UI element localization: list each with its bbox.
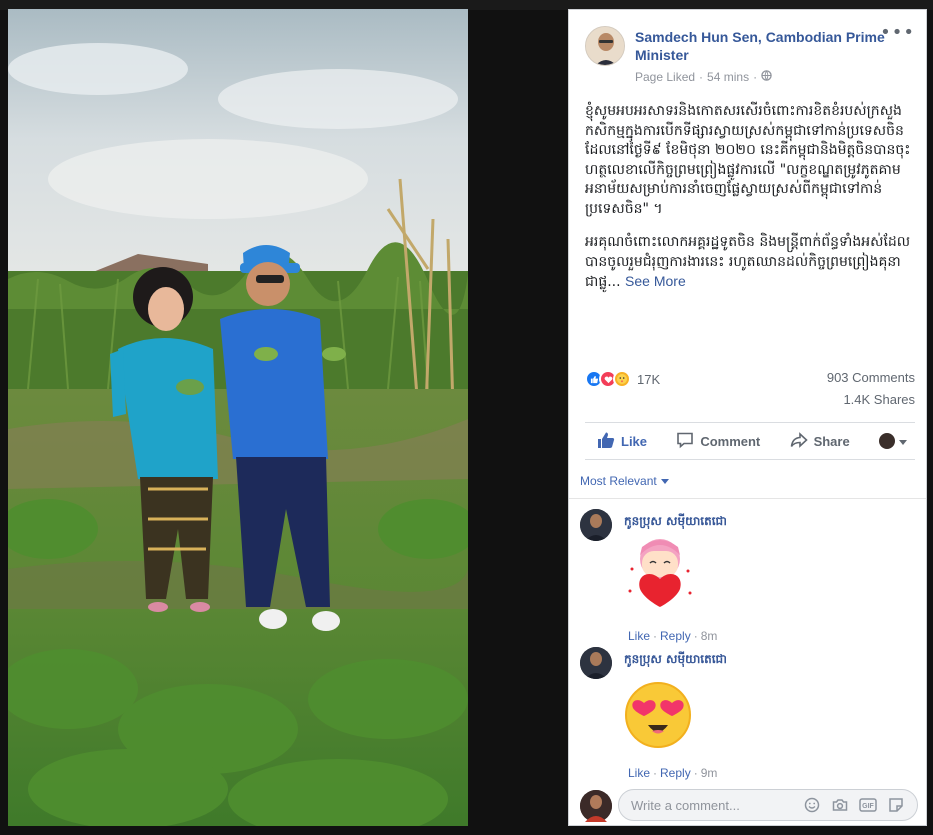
like-button[interactable]: Like: [597, 431, 647, 452]
post-meta: Page Liked · 54 mins ·: [635, 70, 772, 84]
commenter-name[interactable]: កូនប្រុស សម៉ីយាតេជោ: [624, 651, 727, 669]
svg-text:GIF: GIF: [862, 803, 874, 810]
post-paragraph-2-wrap: អរគុណចំពោះលោកអគ្គរដ្ឋទូតចិន និងមន្ត្រីពា…: [585, 233, 915, 293]
see-more-link[interactable]: See More: [625, 273, 686, 289]
commenter-avatar[interactable]: [580, 647, 612, 679]
meta-separator-2: ·: [753, 70, 758, 84]
page-liked-status: Page Liked: [635, 70, 696, 84]
post-header: Samdech Hun Sen, Cambodian Prime Ministe…: [585, 24, 915, 86]
reactions-summary[interactable]: 17K: [585, 370, 660, 388]
comment-reply-link[interactable]: Reply: [660, 629, 691, 643]
comments-divider: [569, 498, 926, 499]
comment-button[interactable]: Comment: [676, 431, 760, 452]
post-as-selector[interactable]: [879, 433, 907, 449]
care-reaction-icon: [613, 370, 631, 388]
caret-down-icon: [660, 474, 669, 488]
comment-item: កូនប្រុស សម៉ីយាតេជោ Like · Reply · 8m: [580, 509, 910, 643]
heart-girl-sticker[interactable]: [620, 533, 700, 617]
post-timestamp[interactable]: 54 mins: [707, 70, 749, 84]
comment-button-label: Comment: [700, 433, 761, 449]
post-panel: Samdech Hun Sen, Cambodian Prime Ministe…: [568, 9, 927, 826]
like-button-label: Like: [621, 433, 648, 449]
emoji-icon[interactable]: [803, 796, 821, 814]
post-stats: 17K 903 Comments 1.4K Shares: [585, 370, 915, 410]
share-button-label: Share: [813, 433, 850, 449]
meta-separator: ·: [699, 70, 704, 84]
comment-action-separator: ·: [653, 766, 658, 780]
composer-icons: GIF: [803, 796, 917, 814]
comment-timestamp[interactable]: 9m: [701, 766, 718, 780]
comment-sort-dropdown[interactable]: Most Relevant: [580, 474, 669, 488]
post-actions-bar: Like Comment Share: [585, 422, 915, 460]
comment-actions: Like · Reply · 9m: [628, 766, 717, 780]
page-name-link[interactable]: Samdech Hun Sen, Cambodian Prime Ministe…: [635, 28, 893, 64]
comment-sort-label: Most Relevant: [580, 474, 657, 488]
sticker-icon[interactable]: [887, 796, 905, 814]
photo-scene: [8, 9, 468, 826]
comment-action-separator-2: ·: [693, 629, 698, 643]
globe-icon: [761, 70, 772, 84]
comment-reply-link[interactable]: Reply: [660, 766, 691, 780]
comment-action-separator-2: ·: [693, 766, 698, 780]
comment-input[interactable]: Write a comment... GIF: [618, 789, 918, 821]
comment-input-placeholder: Write a comment...: [631, 797, 740, 813]
comment-icon: [676, 431, 694, 452]
camera-icon[interactable]: [831, 796, 849, 814]
comment-timestamp[interactable]: 8m: [701, 629, 718, 643]
post-photo[interactable]: [8, 9, 468, 826]
photo-viewer: Samdech Hun Sen, Cambodian Prime Ministe…: [0, 0, 933, 835]
commenter-name[interactable]: កូនប្រុស សម៉ីយាតេជោ: [624, 513, 727, 531]
comments-count-link[interactable]: 903 Comments: [827, 370, 915, 385]
comment-like-link[interactable]: Like: [628, 766, 650, 780]
comment-like-link[interactable]: Like: [628, 629, 650, 643]
more-options-icon[interactable]: •••: [880, 24, 915, 42]
page-avatar[interactable]: [585, 26, 625, 66]
thumbs-up-icon: [597, 431, 615, 452]
shares-count-link[interactable]: 1.4K Shares: [843, 392, 915, 407]
current-user-avatar: [580, 790, 612, 822]
post-paragraph-1: ខ្ញុំសូមអបអរសាទរនិងកោតសរសើរចំពោះការខិតខំ…: [585, 103, 911, 217]
gif-icon[interactable]: GIF: [859, 796, 877, 814]
comment-composer: Write a comment... GIF: [580, 788, 918, 822]
heart-eyes-emoji[interactable]: [624, 681, 692, 753]
comment-item: កូនប្រុស សម៉ីយាតេជោ Like · Reply · 9m: [580, 647, 910, 780]
comment-actions: Like · Reply · 8m: [628, 629, 717, 643]
reactions-count[interactable]: 17K: [637, 372, 660, 387]
commenter-avatar[interactable]: [580, 509, 612, 541]
comment-action-separator: ·: [653, 629, 658, 643]
share-icon: [790, 431, 808, 452]
post-body: ខ្ញុំសូមអបអរសាទរនិងកោតសរសើរចំពោះការខិតខំ…: [585, 102, 915, 307]
post-as-avatar: [879, 433, 895, 449]
chevron-down-icon: [899, 434, 907, 449]
share-button[interactable]: Share: [790, 431, 850, 452]
